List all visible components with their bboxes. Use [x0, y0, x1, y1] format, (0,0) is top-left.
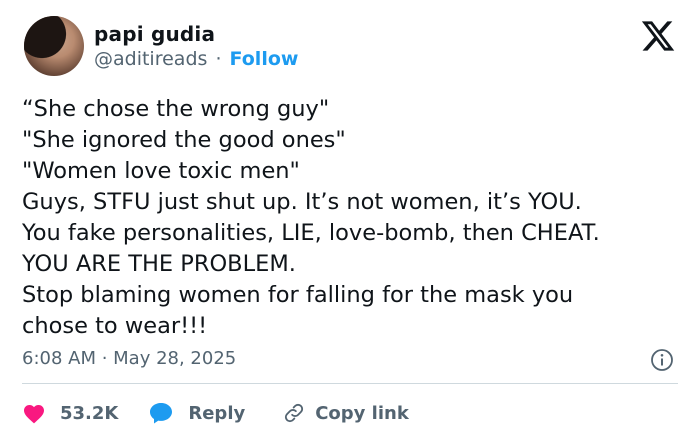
x-logo-icon[interactable]	[640, 18, 676, 54]
author-handle-row: @aditireads · Follow	[94, 48, 298, 70]
reply-label: Reply	[188, 402, 246, 424]
tweet-line: You fake personalities, LIE, love-bomb, …	[22, 220, 600, 246]
info-icon[interactable]	[650, 348, 674, 372]
tweet-line: Stop blaming women for falling for the m…	[22, 282, 574, 308]
action-bar: 53.2K Reply Copy link	[22, 398, 409, 428]
handle-separator: ·	[215, 48, 222, 70]
tweet-line: Guys, STFU just shut up. It’s not women,…	[22, 189, 582, 215]
divider	[22, 383, 678, 384]
tweet-timestamp[interactable]: 6:08 AM · May 28, 2025	[22, 348, 236, 369]
author-handle[interactable]: @aditireads	[94, 48, 207, 70]
like-button[interactable]: 53.2K	[22, 402, 118, 424]
copy-link-label: Copy link	[315, 402, 409, 424]
avatar[interactable]	[24, 16, 84, 76]
author-name[interactable]: papi gudia	[94, 22, 215, 46]
heart-icon	[24, 405, 44, 424]
link-icon	[285, 403, 304, 423]
tweet-line: chose to wear!!!	[22, 313, 208, 339]
tweet-line: "Women love toxic men"	[22, 158, 300, 184]
tweet-text: “She chose the wrong guy" "She ignored t…	[22, 94, 682, 342]
follow-button[interactable]: Follow	[230, 48, 299, 70]
speech-bubble-icon	[150, 403, 173, 424]
copy-link-button[interactable]: Copy link	[283, 402, 409, 424]
tweet-line: “She chose the wrong guy"	[22, 96, 330, 122]
reply-button[interactable]: Reply	[148, 401, 245, 425]
tweet-line: "She ignored the good ones"	[22, 127, 346, 153]
tweet-line: YOU ARE THE PROBLEM.	[22, 251, 296, 277]
like-count: 53.2K	[60, 402, 119, 424]
